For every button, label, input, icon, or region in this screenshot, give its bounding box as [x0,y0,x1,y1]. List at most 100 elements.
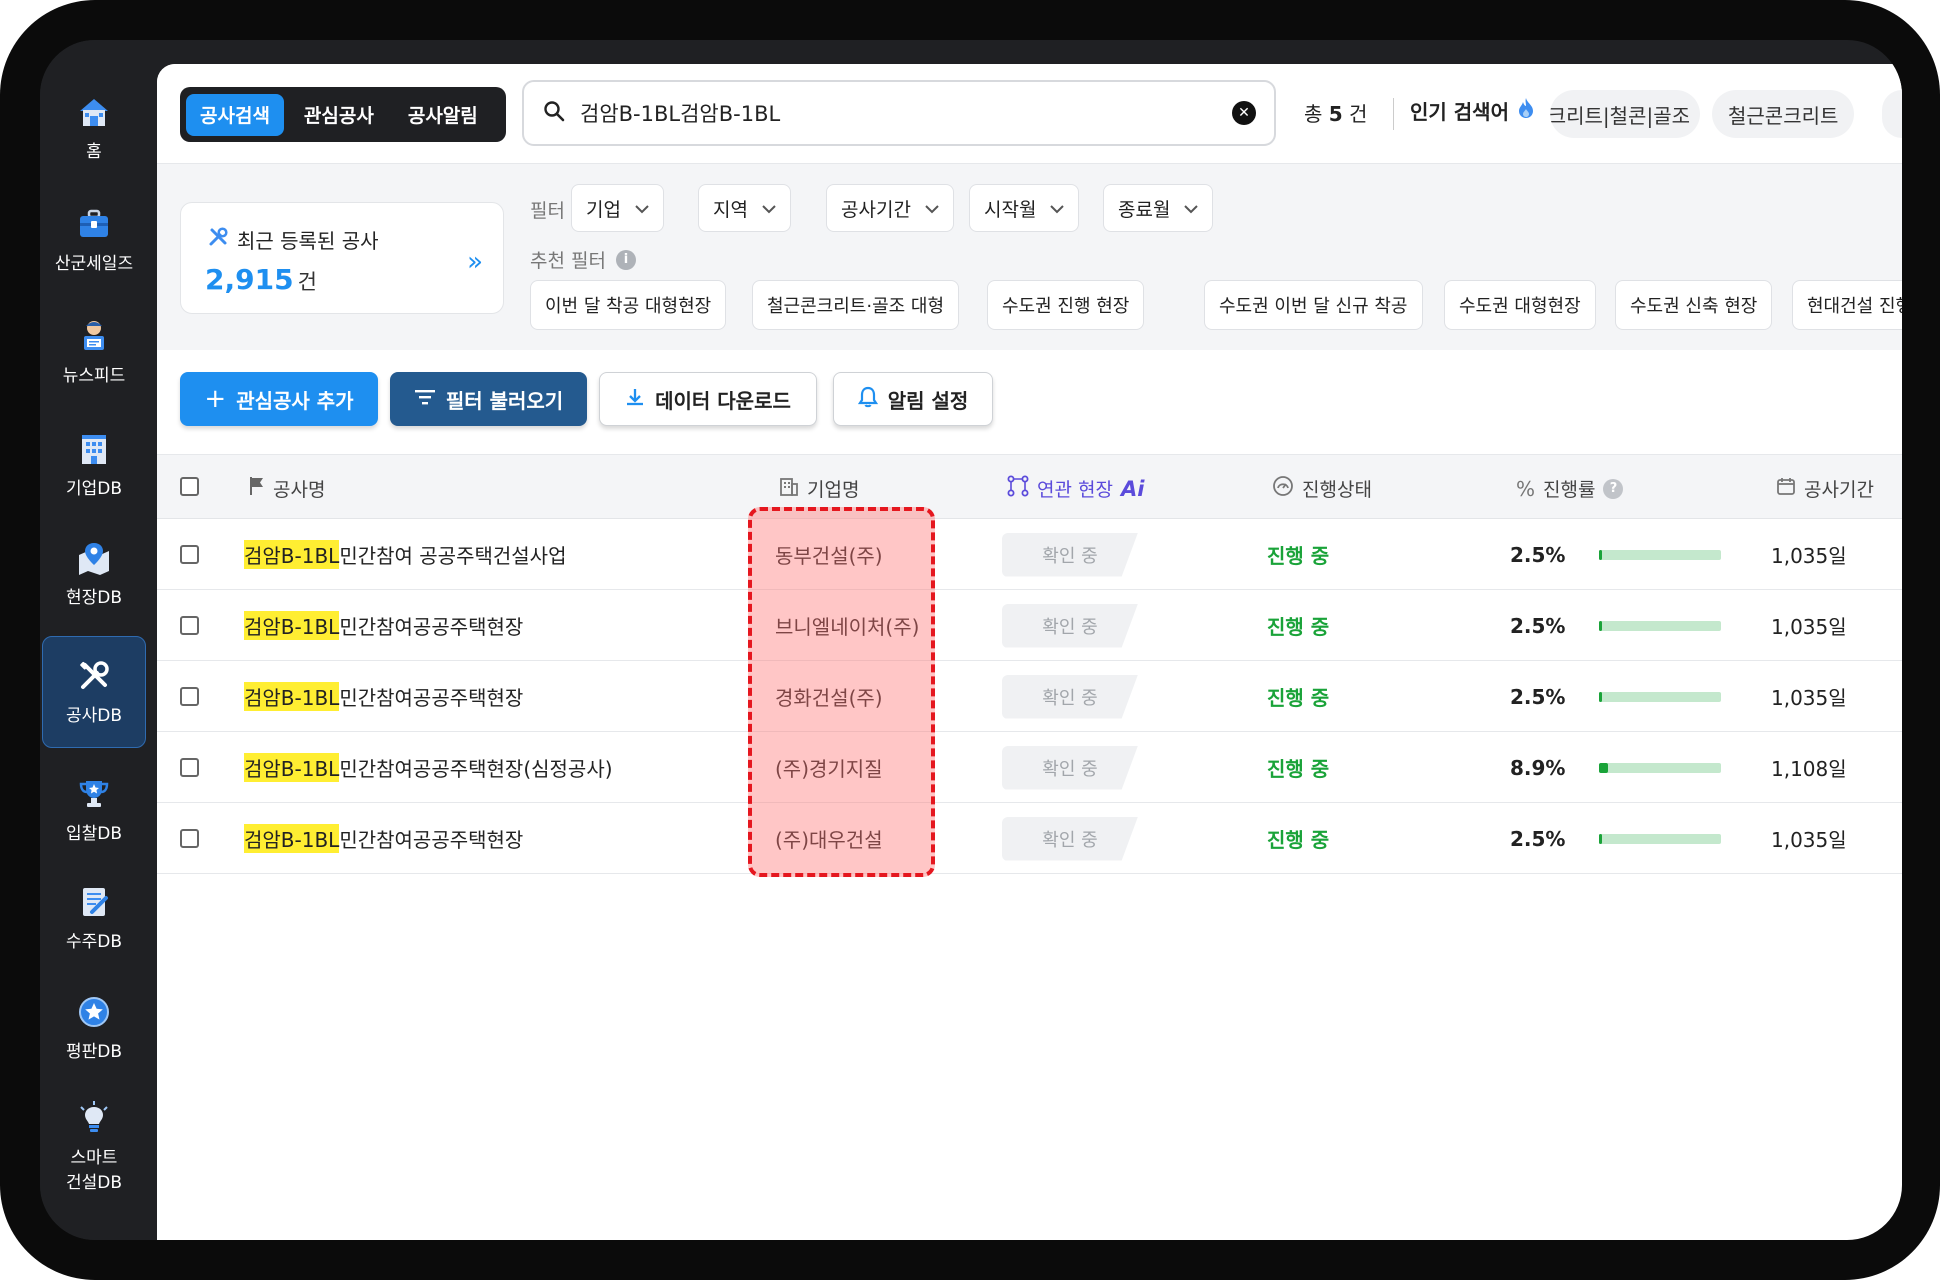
clear-search-icon[interactable]: ✕ [1232,101,1256,125]
recommend-chip[interactable]: 이번 달 착공 대형현장 [530,280,727,330]
double-chevron-right-icon[interactable]: » [467,247,483,277]
search-input[interactable]: 검암B-1BL검암B-1BL ✕ [522,80,1276,146]
column-label: 기업명 [807,479,860,501]
sidebar-item-bid-db[interactable]: 입찰DB [42,768,146,852]
recommend-chip[interactable]: 철근콘크리트·골조 대형 [752,280,960,330]
related-site-badge[interactable]: 확인 중 [1002,745,1138,790]
recent-construction-card[interactable]: 최근 등록된 공사 2,915 건 » [180,202,504,314]
search-icon [542,99,566,127]
table-row[interactable]: 검암B-1BL 민간참여 공공주택건설사업 동부건설(주) 확인 중 진행 중 2… [157,519,1902,590]
sidebar-item-newsfeed[interactable]: 뉴스피드 [42,310,146,394]
tab-construction-search[interactable]: 공사검색 [186,93,284,136]
action-bar: + 관심공사 추가 필터 불러오기 데이터 다운로드 알림 설정 [157,350,1902,455]
column-header-period[interactable]: 공사기간 [1776,475,1874,502]
table-header: 공사명 기업명 연관 현장 Ai 진행상태 % 진행률 ? 공사기간 [157,455,1902,519]
sidebar-item-construction-db[interactable]: 공사DB [42,636,146,748]
filter-dropdown-period[interactable]: 공사기간 [826,184,954,232]
filter-label: 필터 [530,200,565,222]
filter-dropdown-company[interactable]: 기업 [571,184,664,232]
progress-bar-fill [1599,549,1602,560]
sidebar-item-sales[interactable]: 산군세일즈 [42,198,146,282]
construction-name[interactable]: 검암B-1BL 민간참여공공주택현장(심정공사) [244,732,613,803]
search-query: 검암B-1BL검암B-1BL [580,102,781,126]
progress-bar-fill [1599,833,1602,844]
filter-dropdown-end-month[interactable]: 종료월 [1103,184,1214,232]
plus-icon: + [204,384,227,414]
sidebar-item-label: 입찰DB [65,823,123,844]
progress-value: 2.5% [1510,613,1566,638]
progress-bar [1599,833,1721,844]
row-checkbox[interactable] [180,758,199,777]
recent-card-title: 최근 등록된 공사 [207,225,379,254]
row-checkbox[interactable] [180,829,199,848]
row-checkbox[interactable] [180,616,199,635]
column-header-related-site[interactable]: 연관 현장 Ai [1007,475,1144,502]
tab-construction-alert[interactable]: 공사알림 [394,94,492,136]
add-interest-button[interactable]: + 관심공사 추가 [180,372,378,426]
sidebar-item-reputation-db[interactable]: 평판DB [42,986,146,1070]
construction-period: 1,035일 [1771,544,1847,568]
filter-dropdown-start-month[interactable]: 시작월 [969,184,1080,232]
filter-dropdown-region[interactable]: 지역 [698,184,791,232]
select-all-checkbox[interactable] [180,477,199,496]
tab-interest-construction[interactable]: 관심공사 [290,94,388,136]
related-site-cell: 확인 중 [1002,590,1138,661]
column-header-company[interactable]: 기업명 [779,475,859,502]
sidebar-item-order-db[interactable]: 수주DB [42,876,146,960]
recommend-chip[interactable]: 수도권 진행 현장 [987,280,1145,330]
table-row[interactable]: 검암B-1BL 민간참여공공주택현장(심정공사) (주)경기지질 확인 중 진행 … [157,732,1902,803]
construction-name-text: 민간참여공공주택현장 [339,615,524,639]
sidebar-item-smart-construction-db[interactable]: 스마트 건설DB [42,1092,146,1202]
load-filter-button[interactable]: 필터 불러오기 [390,372,587,426]
related-site-badge[interactable]: 확인 중 [1002,532,1138,577]
status-badge: 진행 중 [1267,757,1330,781]
popular-search-text: 인기 검색어 [1410,100,1509,124]
row-checkbox[interactable] [180,687,199,706]
recommend-chip[interactable]: 수도권 신축 현장 [1615,280,1773,330]
related-site-badge[interactable]: 확인 중 [1002,603,1138,648]
recent-count-number: 2,915 [205,263,294,296]
sidebar: 홈 산군세일즈 뉴스피드 기업DB 현장DB 공사DB 입찰DB 수주DB 평판… [40,40,157,1240]
column-label: 진행률 [1543,479,1596,501]
info-icon[interactable]: i [615,249,636,270]
column-header-progress[interactable]: % 진행률 ? [1516,475,1624,502]
filter-icon [414,387,436,411]
related-site-badge[interactable]: 확인 중 [1002,674,1138,719]
construction-name[interactable]: 검암B-1BL 민간참여 공공주택건설사업 [244,519,567,590]
app-window: 홈 산군세일즈 뉴스피드 기업DB 현장DB 공사DB 입찰DB 수주DB 평판… [40,40,1902,1240]
construction-period: 1,035일 [1771,686,1847,710]
progress-bar-cell [1599,803,1721,874]
download-data-button[interactable]: 데이터 다운로드 [599,372,817,426]
table-row[interactable]: 검암B-1BL 민간참여공공주택현장 경화건설(주) 확인 중 진행 중 2.5%… [157,661,1902,732]
related-site-cell: 확인 중 [1002,661,1138,732]
sidebar-item-label: 홈 [86,141,102,162]
table-row[interactable]: 검암B-1BL 민간참여공공주택현장 (주)대우건설 확인 중 진행 중 2.5%… [157,803,1902,874]
sidebar-item-home[interactable]: 홈 [42,88,146,168]
column-header-name[interactable]: 공사명 [249,475,325,502]
column-header-status[interactable]: 진행상태 [1272,475,1372,502]
related-site-badge[interactable]: 확인 중 [1002,816,1138,861]
row-checkbox[interactable] [180,545,199,564]
construction-name[interactable]: 검암B-1BL 민간참여공공주택현장 [244,661,523,732]
help-icon[interactable]: ? [1603,478,1624,499]
construction-name[interactable]: 검암B-1BL 민간참여공공주택현장 [244,590,523,661]
column-label: 공사명 [273,479,326,501]
popular-chip-partial[interactable] [1882,90,1902,138]
sidebar-item-label: 평판DB [65,1041,123,1062]
popular-chip[interactable]: 크리트|철콘|골조 [1550,90,1700,138]
alert-settings-button[interactable]: 알림 설정 [833,372,993,426]
recent-count: 2,915 건 [205,263,317,296]
sidebar-item-label: 수주DB [65,931,123,952]
related-site-cell: 확인 중 [1002,803,1138,874]
construction-name[interactable]: 검암B-1BL 민간참여공공주택현장 [244,803,523,874]
table-row[interactable]: 검암B-1BL 민간참여공공주택현장 브니엘네이처(주) 확인 중 진행 중 2.… [157,590,1902,661]
sidebar-item-site-db[interactable]: 현장DB [42,532,146,616]
recommend-chip[interactable]: 수도권 이번 달 신규 착공 [1204,280,1423,330]
popular-chip[interactable]: 철근콘크리트 [1712,90,1855,138]
star-badge-icon [74,992,114,1032]
recommend-chip[interactable]: 수도권 대형현장 [1444,280,1596,330]
sidebar-item-company-db[interactable]: 기업DB [42,424,146,506]
construction-period: 1,035일 [1771,615,1847,639]
recommend-chip[interactable]: 현대건설 진행현장 [1792,280,1902,330]
related-site-cell: 확인 중 [1002,732,1138,803]
